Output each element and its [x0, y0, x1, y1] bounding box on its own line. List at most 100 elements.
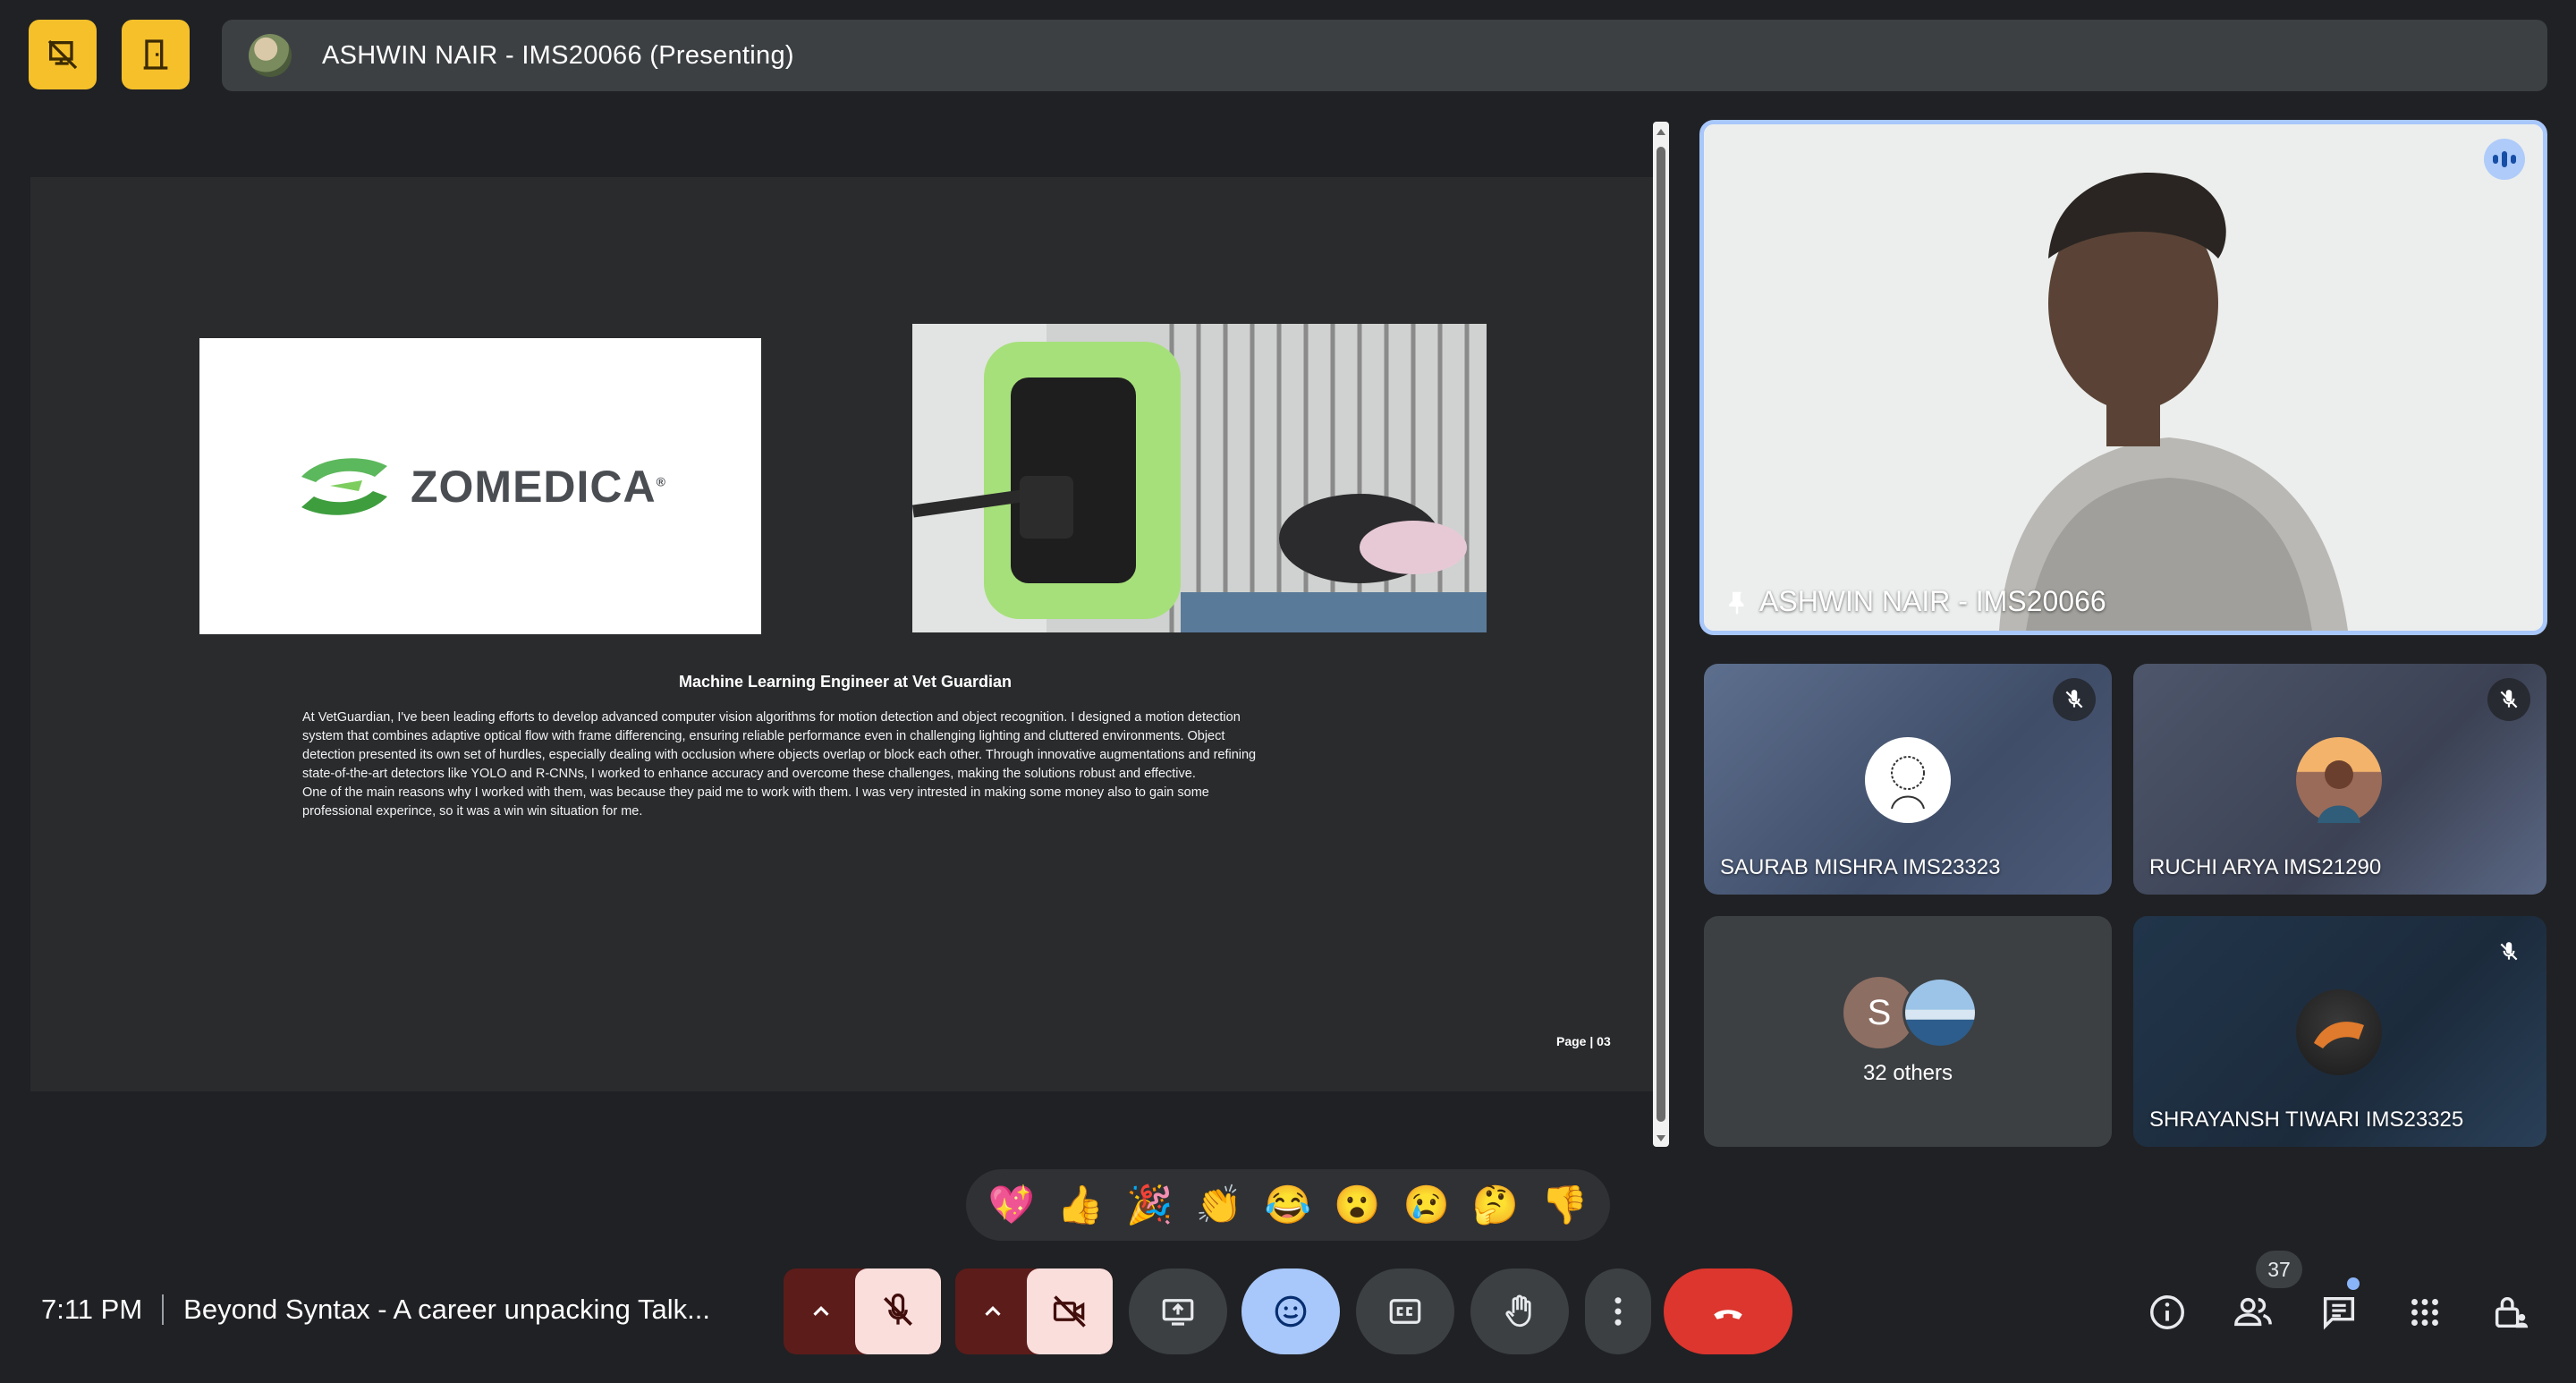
reactions-bar: 💖 👍 🎉 👏 😂 😮 😢 🤔 👎 [966, 1169, 1610, 1241]
chevron-up-icon [985, 1306, 1001, 1316]
meeting-info: 7:11 PM Beyond Syntax - A career unpacki… [41, 1294, 710, 1326]
participant-tile-main[interactable]: ASHWIN NAIR - IMS20066 [1699, 120, 2547, 635]
sketch-avatar-icon [1891, 756, 1925, 810]
reaction-sparkling-heart[interactable]: 💖 [984, 1177, 1039, 1233]
leave-call-button[interactable] [1664, 1268, 1792, 1354]
activities-button[interactable] [2401, 1288, 2449, 1336]
people-count-badge: 37 [2256, 1251, 2302, 1288]
reaction-clapping[interactable]: 👏 [1191, 1177, 1247, 1233]
scroll-down-arrow-icon[interactable] [1657, 1135, 1665, 1141]
reaction-laughing[interactable]: 😂 [1260, 1177, 1316, 1233]
chat-notification-dot [2347, 1277, 2360, 1290]
participant-name: SAURAB MISHRA IMS23323 [1720, 855, 2001, 879]
mic-off-icon [2500, 690, 2518, 708]
presenter-banner: ASHWIN NAIR - IMS20066 (Presenting) [222, 20, 2547, 91]
closed-captions-icon [1389, 1299, 1421, 1324]
photo-avatar-icon [2314, 1022, 2364, 1048]
camera-off-icon [1053, 1295, 1086, 1328]
present-screen-button[interactable] [1129, 1268, 1227, 1354]
presentation-slide: ZOMEDICA® Machine Learning Engineer at V… [30, 177, 1660, 1091]
chat-icon [2323, 1296, 2355, 1330]
avatar [1902, 977, 1978, 1048]
hang-up-icon [1714, 1310, 1742, 1319]
shared-screen: ZOMEDICA® Machine Learning Engineer at V… [30, 122, 1667, 1147]
slide-body-line: detection presented its own set of hurdl… [302, 748, 1257, 762]
slide-body-line: state-of-the-art detectors like YOLO and… [302, 767, 1196, 781]
raise-hand-button[interactable] [1470, 1268, 1569, 1354]
avatar [2296, 737, 2382, 823]
avatar [2296, 989, 2382, 1075]
apps-grid-icon [2411, 1299, 2438, 1326]
door-icon [143, 39, 168, 70]
people-button[interactable] [2229, 1288, 2277, 1336]
speaking-indicator-icon [2484, 139, 2525, 180]
host-controls-button[interactable] [2487, 1288, 2535, 1336]
microphone-toggle-button[interactable] [855, 1268, 941, 1354]
chevron-up-icon [813, 1306, 829, 1316]
more-options-button[interactable] [1585, 1268, 1651, 1354]
current-time: 7:11 PM [41, 1294, 143, 1325]
mic-off-icon [2065, 690, 2083, 708]
camera-toggle-button[interactable] [1027, 1268, 1113, 1354]
meeting-details-button[interactable] [2143, 1288, 2191, 1336]
slide-body-line: system that combines adaptive optical fl… [302, 729, 1225, 743]
others-avatar-stack: S [1843, 977, 1987, 1052]
slide-body-line: At VetGuardian, I've been leading effort… [302, 710, 1241, 725]
reactions-button[interactable] [1241, 1268, 1340, 1354]
reaction-thinking[interactable]: 🤔 [1468, 1177, 1523, 1233]
scroll-thumb[interactable] [1657, 147, 1665, 1122]
audio-options-button[interactable] [784, 1268, 859, 1354]
participant-name: RUCHI ARYA IMS21290 [2149, 855, 2382, 879]
camera-control [955, 1268, 1113, 1354]
more-vertical-icon [1614, 1297, 1622, 1326]
others-tile[interactable]: S 32 others [1704, 916, 2112, 1147]
reaction-party-popper[interactable]: 🎉 [1122, 1177, 1177, 1233]
reaction-thumbs-down[interactable]: 👎 [1537, 1177, 1592, 1233]
reaction-surprised[interactable]: 😮 [1329, 1177, 1385, 1233]
meeting-title: Beyond Syntax - A career unpacking Talk.… [183, 1294, 710, 1325]
microphone-control [784, 1268, 941, 1354]
present-screen-icon [1162, 1299, 1194, 1326]
presenter-avatar [249, 34, 292, 77]
participant-name: SHRAYANSH TIWARI IMS23325 [2149, 1107, 2464, 1132]
participant-tile-saurab[interactable]: SAURAB MISHRA IMS23323 [1704, 664, 2112, 895]
device-photo-image [912, 324, 1487, 632]
slide-body-line: professional experince, so it was a win … [302, 804, 643, 819]
emoji-icon [1275, 1295, 1307, 1328]
hide-presentation-button[interactable] [29, 20, 97, 89]
raise-hand-icon [1505, 1294, 1531, 1328]
participant-tile-shrayansh[interactable]: SHRAYANSH TIWARI IMS23325 [2133, 916, 2546, 1147]
leave-room-button[interactable] [122, 20, 190, 89]
pin-icon [1729, 591, 1744, 615]
people-icon [2234, 1297, 2272, 1327]
mic-off-icon [884, 1294, 912, 1326]
captions-button[interactable] [1356, 1268, 1454, 1354]
reaction-thumbs-up[interactable]: 👍 [1053, 1177, 1108, 1233]
muted-indicator [2487, 930, 2530, 973]
reaction-crying[interactable]: 😢 [1399, 1177, 1454, 1233]
logo-text: ZOMEDICA® [411, 461, 666, 512]
zomedica-logo-icon [301, 457, 387, 515]
device-photo [912, 324, 1487, 632]
mic-off-icon [2500, 942, 2518, 961]
avatar [1865, 737, 1951, 823]
participant-tile-ruchi[interactable]: RUCHI ARYA IMS21290 [2133, 664, 2546, 895]
scroll-up-arrow-icon[interactable] [1657, 129, 1665, 135]
presentation-off-icon [47, 39, 78, 70]
participant-video [1704, 124, 2543, 631]
divider [162, 1294, 165, 1325]
lock-person-icon [2495, 1296, 2529, 1328]
slide-body-line: One of the main reasons why I worked wit… [302, 785, 1209, 800]
photo-avatar-icon [2318, 760, 2360, 823]
others-count: 32 others [1862, 1061, 1953, 1085]
presenter-name: ASHWIN NAIR - IMS20066 (Presenting) [322, 40, 794, 70]
shared-screen-scrollbar[interactable] [1653, 122, 1669, 1147]
muted-indicator [2487, 678, 2530, 721]
participant-name: ASHWIN NAIR - IMS20066 [1724, 585, 2106, 618]
chat-button[interactable] [2315, 1288, 2363, 1336]
video-options-button[interactable] [955, 1268, 1030, 1354]
muted-indicator [2053, 678, 2096, 721]
slide-body: At VetGuardian, I've been leading effort… [302, 708, 1376, 821]
slide-page-number: Page | 03 [1556, 1034, 1611, 1048]
company-logo: ZOMEDICA® [199, 338, 761, 634]
